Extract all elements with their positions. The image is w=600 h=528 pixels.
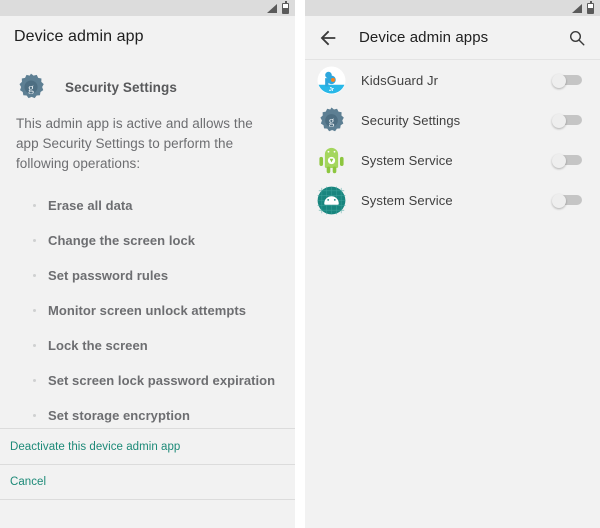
bottom-filler (0, 500, 295, 528)
device-admin-apps-list: Jr KidsGuard Jr g Security Settings Syst… (305, 60, 600, 220)
left-title-bar: Device admin app (0, 16, 295, 58)
app-name: System Service (361, 192, 453, 208)
operations-list: Erase all data Change the screen lock Se… (0, 188, 295, 433)
dual-screenshot-container: Device admin app g Security Settings Thi… (0, 0, 600, 528)
signal-triangle-icon (267, 3, 277, 13)
app-name: System Service (361, 152, 453, 168)
status-icons-left (267, 0, 289, 14)
list-item: Monitor screen unlock attempts (32, 293, 295, 328)
deactivate-admin-app-label: Deactivate this device admin app (10, 440, 181, 453)
kidsguard-jr-icon: Jr (317, 66, 346, 95)
list-item: Set screen lock password expiration (32, 363, 295, 398)
gear-security-settings-icon: g (317, 106, 346, 135)
svg-text:g: g (28, 80, 34, 94)
list-item: Erase all data (32, 188, 295, 223)
admin-app-header: g Security Settings (0, 58, 295, 108)
admin-app-name: Security Settings (65, 79, 177, 95)
signal-triangle-icon (572, 3, 582, 13)
status-bar-right (305, 0, 600, 16)
cancel-label: Cancel (10, 476, 47, 488)
search-icon[interactable] (568, 29, 586, 47)
page-title: Device admin app (14, 28, 144, 45)
svg-text:g: g (329, 115, 335, 127)
app-bar: Device admin apps (305, 16, 600, 60)
cancel-button[interactable]: Cancel (0, 464, 295, 500)
toggle-knob (552, 193, 566, 208)
app-toggle-switch[interactable] (552, 73, 582, 88)
admin-description: This admin app is active and allows the … (16, 116, 253, 171)
list-item[interactable]: Jr KidsGuard Jr (305, 60, 600, 100)
list-item[interactable]: System Service (305, 140, 600, 180)
list-item: Change the screen lock (32, 223, 295, 258)
screen-divider (295, 0, 305, 528)
status-icons-right (572, 0, 594, 14)
app-toggle-switch[interactable] (552, 113, 582, 128)
deactivate-admin-app-button[interactable]: Deactivate this device admin app (0, 428, 295, 464)
app-toggle-switch[interactable] (552, 193, 582, 208)
svg-text:Jr: Jr (329, 86, 335, 92)
list-item: Set password rules (32, 258, 295, 293)
right-phone-screen: Device admin apps Jr KidsGuard Jr g Secu… (305, 0, 600, 528)
toggle-knob (552, 153, 566, 168)
android-robot-green-icon (317, 146, 346, 175)
battery-icon (282, 0, 289, 14)
android-head-teal-icon (317, 186, 346, 215)
page-title: Device admin apps (359, 29, 489, 46)
list-item[interactable]: g Security Settings (305, 100, 600, 140)
bottom-action-area: Deactivate this device admin app Cancel (0, 428, 295, 528)
back-arrow-icon[interactable] (317, 27, 339, 49)
app-toggle-switch[interactable] (552, 153, 582, 168)
app-name: Security Settings (361, 112, 461, 128)
list-item[interactable]: System Service (305, 180, 600, 220)
battery-icon (587, 0, 594, 14)
list-item: Lock the screen (32, 328, 295, 363)
toggle-knob (552, 113, 566, 128)
toggle-knob (552, 73, 566, 88)
left-phone-screen: Device admin app g Security Settings Thi… (0, 0, 295, 528)
app-name: KidsGuard Jr (361, 72, 439, 88)
gear-security-settings-icon: g (16, 72, 46, 102)
status-bar-left (0, 0, 295, 16)
